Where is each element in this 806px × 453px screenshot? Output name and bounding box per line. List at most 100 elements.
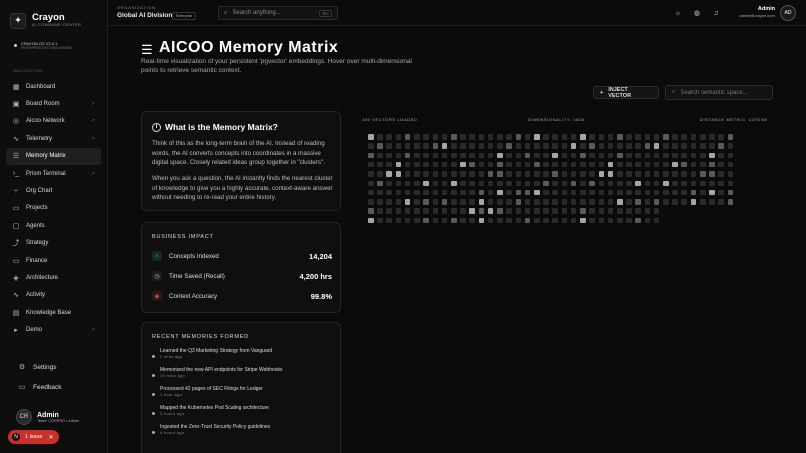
vector-point[interactable] xyxy=(386,161,393,168)
vector-point[interactable] xyxy=(709,180,715,187)
vector-point[interactable] xyxy=(672,143,678,149)
vector-point[interactable] xyxy=(497,180,503,187)
vector-point[interactable] xyxy=(663,161,669,168)
vector-point[interactable] xyxy=(469,171,475,177)
vector-point[interactable] xyxy=(626,143,632,149)
vector-point[interactable] xyxy=(368,143,374,149)
vector-point[interactable] xyxy=(469,199,475,205)
vector-point[interactable] xyxy=(414,217,420,224)
vector-point[interactable] xyxy=(377,208,383,214)
vector-point[interactable] xyxy=(524,180,531,187)
vector-point[interactable] xyxy=(450,208,457,214)
vector-point[interactable] xyxy=(377,143,383,149)
vector-point[interactable] xyxy=(607,152,614,159)
vector-point[interactable] xyxy=(460,134,466,140)
vector-point[interactable] xyxy=(487,208,494,214)
vector-point[interactable] xyxy=(414,161,420,168)
vector-point[interactable] xyxy=(570,208,577,214)
vector-point[interactable] xyxy=(635,152,641,159)
vector-point[interactable] xyxy=(543,199,549,205)
vector-point[interactable] xyxy=(607,134,614,140)
vector-point[interactable] xyxy=(441,134,448,140)
vector-point[interactable] xyxy=(506,180,512,187)
vector-point[interactable] xyxy=(524,171,531,177)
list-item[interactable]: Ingested the Zero-Trust Security Policy … xyxy=(152,424,332,435)
vector-point[interactable] xyxy=(570,134,577,140)
vector-point[interactable] xyxy=(524,199,531,205)
vector-point[interactable] xyxy=(432,143,439,149)
vector-point[interactable] xyxy=(395,143,402,149)
vector-point[interactable] xyxy=(487,217,494,224)
vector-point[interactable] xyxy=(718,189,724,196)
vector-point[interactable] xyxy=(368,161,374,168)
vector-point[interactable] xyxy=(450,161,457,168)
vector-point[interactable] xyxy=(552,217,558,224)
vector-point[interactable] xyxy=(377,199,383,205)
vector-point[interactable] xyxy=(487,134,494,140)
vector-point[interactable] xyxy=(478,180,485,187)
vector-point[interactable] xyxy=(404,180,411,187)
vector-point[interactable] xyxy=(570,143,577,149)
vector-point[interactable] xyxy=(607,180,614,187)
vector-point[interactable] xyxy=(552,171,558,177)
vector-point[interactable] xyxy=(368,180,374,187)
vector-point[interactable] xyxy=(598,152,605,159)
vector-point[interactable] xyxy=(626,180,632,187)
vector-point[interactable] xyxy=(469,143,475,149)
vector-point[interactable] xyxy=(653,171,660,177)
org-switcher[interactable]: Global AI Division xyxy=(117,12,172,19)
vector-point[interactable] xyxy=(395,189,402,196)
vector-point[interactable] xyxy=(616,152,623,159)
vector-point[interactable] xyxy=(598,180,605,187)
vector-point[interactable] xyxy=(423,199,429,205)
vector-point[interactable] xyxy=(718,143,724,149)
vector-point[interactable] xyxy=(598,161,605,168)
vector-point[interactable] xyxy=(368,171,374,177)
vector-point[interactable] xyxy=(368,199,374,205)
vector-point[interactable] xyxy=(469,161,475,168)
vector-point[interactable] xyxy=(727,180,734,187)
vector-point[interactable] xyxy=(644,189,651,196)
vector-point[interactable] xyxy=(469,189,475,196)
issue-badge[interactable]: N 1 issue ✕ xyxy=(8,430,60,444)
vector-point[interactable] xyxy=(524,161,531,168)
sidebar-item-projects[interactable]: ▭ Projects xyxy=(6,200,101,217)
vector-point[interactable] xyxy=(607,217,614,224)
vector-point[interactable] xyxy=(460,208,466,214)
sidebar-item-memory-matrix[interactable]: ☰ Memory Matrix xyxy=(6,147,101,165)
vector-point[interactable] xyxy=(423,143,429,149)
vector-point[interactable] xyxy=(450,189,457,196)
vector-point[interactable] xyxy=(395,208,402,214)
vector-point[interactable] xyxy=(672,134,678,140)
vector-point[interactable] xyxy=(718,161,724,168)
vector-point[interactable] xyxy=(681,161,688,168)
vector-point[interactable] xyxy=(386,171,393,177)
vector-point[interactable] xyxy=(690,143,697,149)
vector-point[interactable] xyxy=(589,189,595,196)
sidebar-item-strategy[interactable]: ⤴ Strategy xyxy=(6,235,101,252)
vector-point[interactable] xyxy=(506,208,512,214)
vector-point[interactable] xyxy=(469,180,475,187)
vector-point[interactable] xyxy=(616,161,623,168)
vector-point[interactable] xyxy=(589,208,595,214)
vector-point[interactable] xyxy=(414,208,420,214)
admin-avatar[interactable]: AD xyxy=(780,5,796,21)
vector-point[interactable] xyxy=(718,152,724,159)
vector-point[interactable] xyxy=(699,143,706,149)
vector-point[interactable] xyxy=(432,189,439,196)
vector-point[interactable] xyxy=(395,217,402,224)
global-search-input[interactable]: ⌕ Search anything... ⌘K xyxy=(218,6,338,20)
vector-point[interactable] xyxy=(672,180,678,187)
sidebar-item-demo[interactable]: ▸ Demo ↗ xyxy=(6,321,101,338)
vector-point[interactable] xyxy=(690,152,697,159)
vector-point[interactable] xyxy=(543,180,549,187)
vector-point[interactable] xyxy=(432,152,439,159)
vector-point[interactable] xyxy=(543,134,549,140)
bell-icon[interactable]: ♫ xyxy=(712,9,720,17)
vector-point[interactable] xyxy=(570,161,577,168)
vector-point[interactable] xyxy=(598,208,605,214)
vector-point[interactable] xyxy=(432,217,439,224)
vector-point[interactable] xyxy=(441,171,448,177)
vector-point[interactable] xyxy=(727,134,734,140)
vector-point[interactable] xyxy=(377,189,383,196)
